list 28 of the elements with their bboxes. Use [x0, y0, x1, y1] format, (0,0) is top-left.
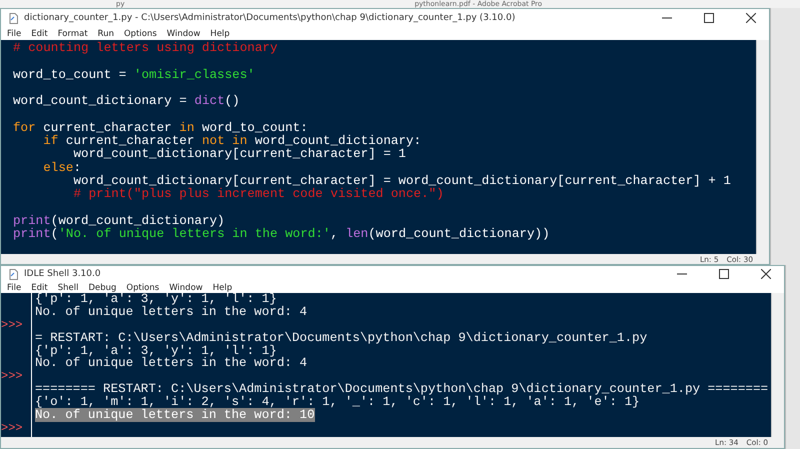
- prompt: >>>: [1, 422, 23, 435]
- menu-item[interactable]: Help: [210, 28, 230, 38]
- file-icon: [9, 12, 18, 24]
- menu-item[interactable]: Options: [126, 282, 160, 292]
- menu-item[interactable]: Options: [124, 28, 157, 38]
- menu-item[interactable]: Format: [58, 28, 88, 38]
- menu-item[interactable]: Window: [166, 28, 200, 38]
- shell-output[interactable]: {'p': 1, 'a': 3, 'y': 1, 'l': 1} No. of unique letters in the word: 4 = RESTART: C:\Users\Administrator\Documents\python\chap 9\dictionary_counter_1.py {'p': 1, 'a': 3, 'y': 1, 'l': 1} No. of unique letters in the word: 4 ======== RESTART: C:\Users\Administrator\Documents\python\chap 9\dictionary_counter_1.py ======== {'o': 1, 'm': 1, 'i': 2, 's': 4, 'r': 1, '_': 1, 'c': 1, 'l': 1, 'a': 1, 'e': 1} No. of unique letters in the word: 10: [32, 293, 771, 437]
- menu-item[interactable]: Shell: [58, 282, 78, 292]
- menu-item[interactable]: Edit: [31, 282, 48, 292]
- close-icon[interactable]: [761, 269, 771, 279]
- menu-item[interactable]: File: [7, 28, 22, 38]
- scrollbar[interactable]: [771, 293, 784, 437]
- scrollbar[interactable]: [756, 40, 769, 254]
- maximize-icon[interactable]: [704, 13, 714, 23]
- prompt: >>>: [1, 370, 23, 384]
- window-title: IDLE Shell 3.10.0: [24, 269, 102, 279]
- close-icon[interactable]: [746, 13, 756, 23]
- menu-item[interactable]: Debug: [88, 282, 116, 292]
- menu-item[interactable]: Edit: [31, 28, 48, 38]
- menu-item[interactable]: Help: [212, 282, 232, 292]
- menu-item[interactable]: File: [7, 282, 22, 292]
- menu-item[interactable]: Window: [169, 282, 203, 292]
- menu-item[interactable]: Run: [98, 28, 114, 38]
- window-title: dictionary_counter_1.py - C:\Users\Administrator\Documents\python\chap 9\dictionary_counter_1.py (3.10.0): [24, 13, 516, 23]
- prompt: >>>: [1, 318, 23, 332]
- file-icon: [9, 268, 18, 280]
- maximize-icon[interactable]: [719, 269, 729, 279]
